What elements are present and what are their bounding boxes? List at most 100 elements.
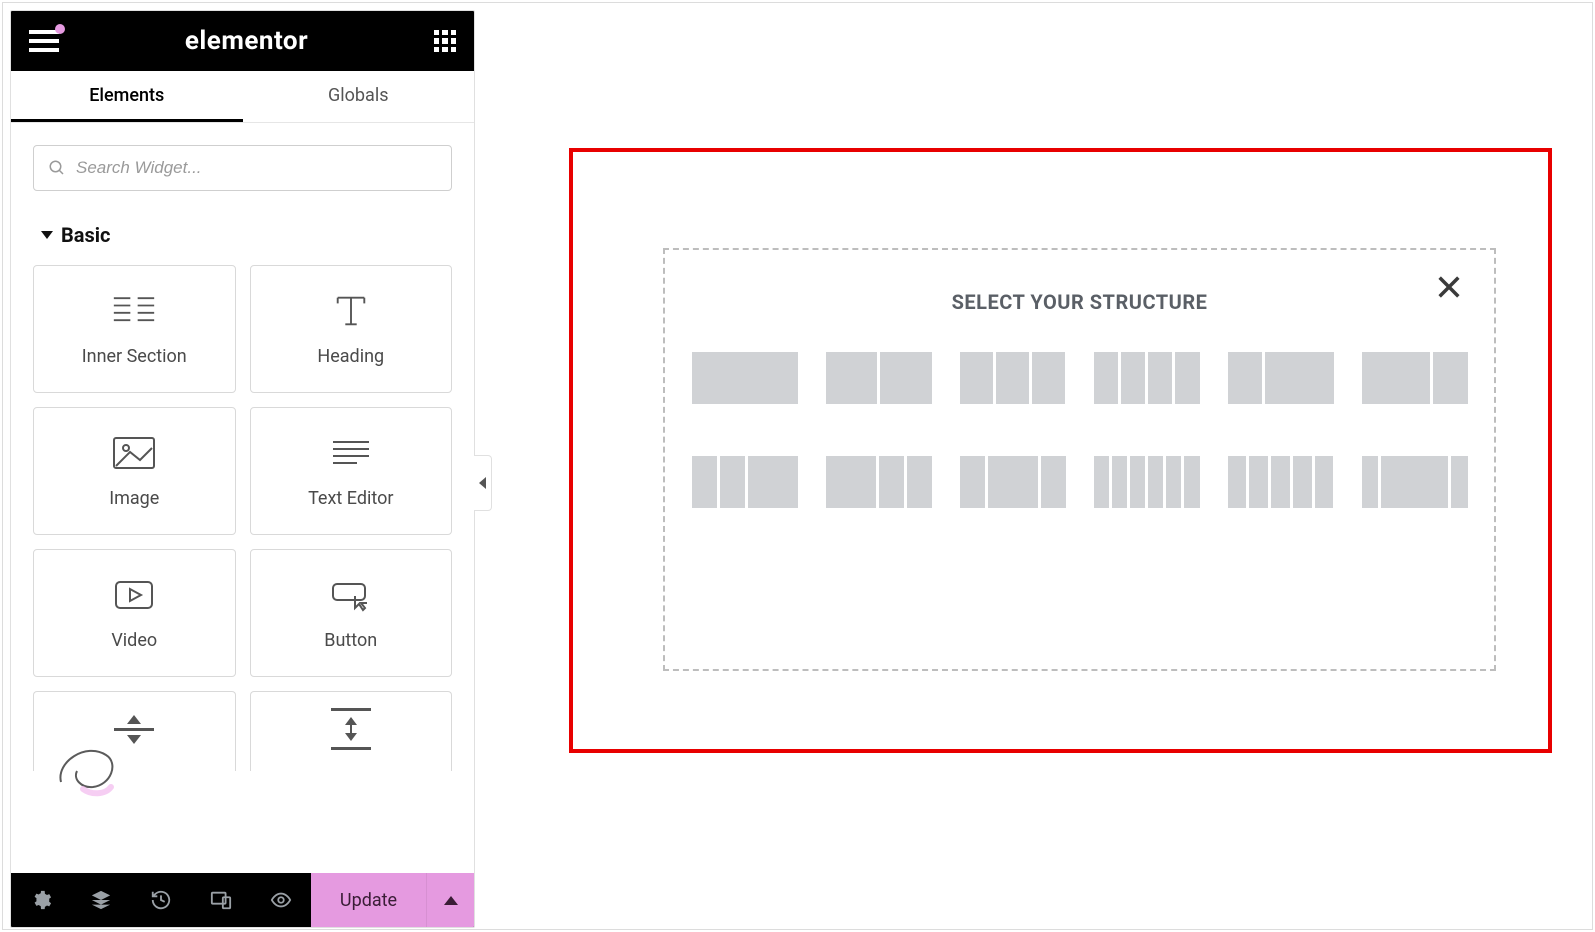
preset-column — [826, 456, 876, 508]
widget-label: Image — [109, 488, 159, 509]
caret-down-icon — [41, 231, 53, 239]
search-wrap — [11, 123, 474, 213]
divider-icon — [112, 710, 156, 748]
preset-column — [1249, 456, 1268, 508]
image-icon — [112, 434, 156, 472]
preset-column — [1362, 456, 1378, 508]
eye-icon — [270, 889, 292, 911]
widget-spacer[interactable] — [250, 691, 453, 771]
preset-column — [996, 352, 1029, 404]
play-icon — [112, 576, 156, 614]
structure-preset-10[interactable] — [1228, 456, 1334, 508]
widget-label: Heading — [317, 346, 384, 367]
widget-heading[interactable]: Heading — [250, 265, 453, 393]
brand-logo: elementor — [185, 26, 308, 56]
settings-button[interactable] — [11, 873, 71, 927]
menu-button[interactable] — [29, 30, 59, 52]
widget-text-editor[interactable]: Text Editor — [250, 407, 453, 535]
preset-column — [1094, 352, 1118, 404]
preset-column — [1130, 456, 1145, 508]
close-button[interactable] — [1432, 270, 1466, 304]
preview-button[interactable] — [251, 873, 311, 927]
navigator-button[interactable] — [71, 873, 131, 927]
structure-preset-3[interactable] — [1094, 352, 1200, 404]
preset-column — [1094, 456, 1109, 508]
structure-preset-11[interactable] — [1362, 456, 1468, 508]
structure-title: SELECT YOUR STRUCTURE — [707, 290, 1452, 314]
preset-column — [1166, 456, 1181, 508]
widget-video[interactable]: Video — [33, 549, 236, 677]
sidebar-footer: Update — [11, 873, 474, 927]
search-icon — [48, 159, 66, 177]
sidebar-header: elementor — [11, 11, 474, 71]
preset-column — [1148, 352, 1172, 404]
preset-column — [748, 456, 798, 508]
structure-preset-4[interactable] — [1228, 352, 1334, 404]
structure-preset-5[interactable] — [1362, 352, 1468, 404]
widget-button[interactable]: Button — [250, 549, 453, 677]
structure-preset-6[interactable] — [692, 456, 798, 508]
preset-column — [1175, 352, 1199, 404]
preset-column — [880, 352, 932, 404]
apps-grid-button[interactable] — [434, 30, 456, 52]
structure-preset-9[interactable] — [1094, 456, 1200, 508]
editor-sidebar: elementor Elements Globals Basic — [10, 10, 475, 928]
update-options-button[interactable] — [426, 873, 474, 927]
preset-column — [1184, 456, 1199, 508]
widget-divider[interactable] — [33, 691, 236, 771]
preset-column — [1148, 456, 1163, 508]
preset-column — [1265, 352, 1334, 404]
structure-preset-0[interactable] — [692, 352, 798, 404]
structure-preset-grid — [707, 352, 1452, 508]
search-input[interactable] — [76, 158, 437, 178]
chevron-up-icon — [444, 896, 458, 905]
tab-elements[interactable]: Elements — [11, 71, 243, 122]
preset-column — [907, 456, 932, 508]
close-icon — [1435, 273, 1463, 301]
history-icon — [150, 889, 172, 911]
responsive-button[interactable] — [191, 873, 251, 927]
sidebar-tabs: Elements Globals — [11, 71, 474, 123]
gear-icon — [30, 889, 52, 911]
widget-grid: Inner Section Heading — [11, 251, 474, 785]
preset-column — [1121, 352, 1145, 404]
preset-column — [1362, 352, 1431, 404]
widget-inner-section[interactable]: Inner Section — [33, 265, 236, 393]
devices-icon — [210, 889, 232, 911]
widget-label: Text Editor — [308, 488, 393, 509]
preset-column — [960, 352, 993, 404]
paragraph-icon — [329, 434, 373, 472]
preset-column — [692, 352, 798, 404]
layers-icon — [90, 889, 112, 911]
widget-label: Inner Section — [82, 346, 187, 367]
preset-column — [826, 352, 878, 404]
preset-column — [1451, 456, 1467, 508]
section-basic-header[interactable]: Basic — [11, 213, 474, 251]
spacer-icon — [329, 710, 373, 748]
structure-preset-8[interactable] — [960, 456, 1066, 508]
button-cursor-icon — [329, 576, 373, 614]
update-button[interactable]: Update — [311, 873, 426, 927]
widget-label: Button — [324, 630, 377, 651]
structure-selector: SELECT YOUR STRUCTURE — [663, 248, 1496, 671]
preset-column — [879, 456, 904, 508]
preset-column — [1112, 456, 1127, 508]
history-button[interactable] — [131, 873, 191, 927]
preset-column — [1032, 352, 1065, 404]
structure-preset-7[interactable] — [826, 456, 932, 508]
panel-collapse-button[interactable] — [474, 455, 492, 511]
widget-image[interactable]: Image — [33, 407, 236, 535]
widget-label: Video — [111, 630, 157, 651]
tab-globals[interactable]: Globals — [243, 71, 475, 122]
structure-preset-2[interactable] — [960, 352, 1066, 404]
chevron-left-icon — [479, 477, 486, 489]
text-type-icon — [329, 292, 373, 330]
preset-column — [1041, 456, 1066, 508]
structure-preset-1[interactable] — [826, 352, 932, 404]
preset-column — [1381, 456, 1448, 508]
preset-column — [1433, 352, 1467, 404]
search-field[interactable] — [33, 145, 452, 191]
preset-column — [1228, 456, 1247, 508]
preset-column — [1293, 456, 1312, 508]
preset-column — [960, 456, 985, 508]
